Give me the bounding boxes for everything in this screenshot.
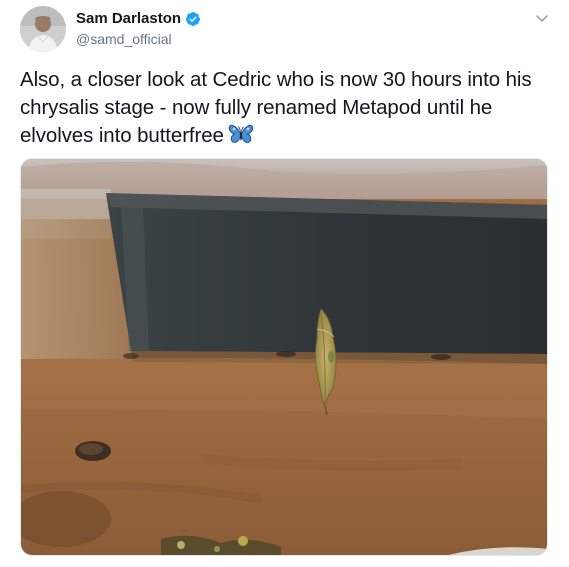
verified-badge-icon [186,11,201,26]
avatar[interactable] [20,6,66,52]
tweet-photo[interactable] [20,158,548,556]
tweet-text-line-3: elvolves into butterfree [20,122,550,150]
author-handle[interactable]: @samd_official [76,31,172,47]
more-options-chevron-down-icon[interactable] [532,9,552,29]
display-name[interactable]: Sam Darlaston [76,10,181,27]
tweet-text-line-3-text: elvolves into butterfree [20,124,224,147]
author-name-row: Sam Darlaston [76,10,201,27]
tweet-text-line-1: Also, a closer look at Cedric who is now… [20,68,532,91]
butterfly-icon [228,124,254,143]
tweet-text: Also, a closer look at Cedric who is now… [20,66,550,150]
tweet-text-line-2: chrysalis stage - now fully renamed Meta… [20,96,493,119]
tweet-card: Sam Darlaston @samd_official Also, a clo… [0,0,569,567]
